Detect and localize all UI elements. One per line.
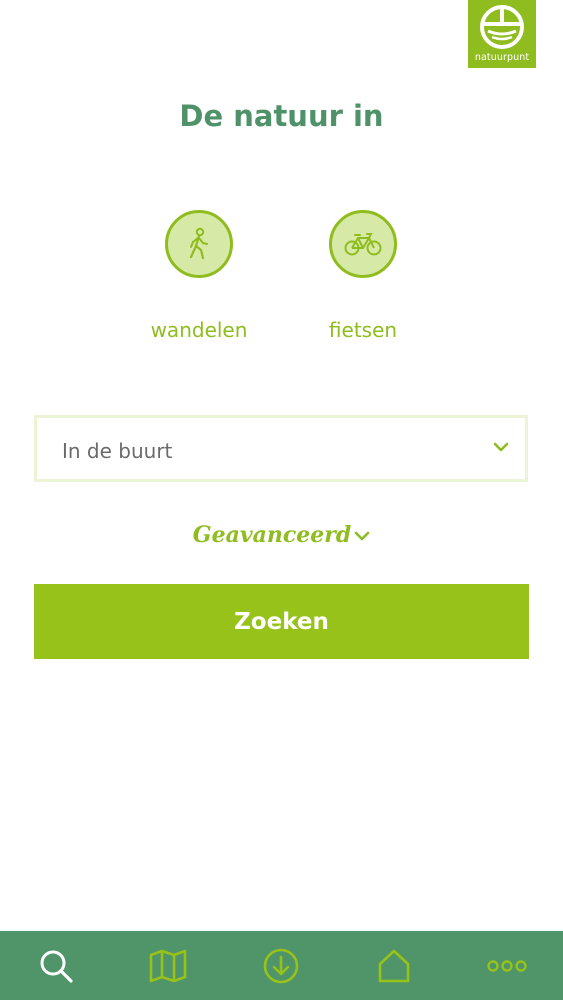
advanced-label: Geavanceerd: [192, 522, 352, 548]
chevron-down-icon: [493, 442, 509, 452]
nav-item-more[interactable]: [451, 931, 563, 1000]
search-icon: [40, 950, 73, 983]
nav-item-search[interactable]: [0, 931, 112, 1000]
logo-text: natuurpunt: [474, 52, 530, 63]
chevron-down-icon: [354, 531, 370, 541]
location-select-value: In de buurt: [62, 439, 173, 463]
page-title: De natuur in: [179, 99, 384, 133]
bicycle-icon: [344, 233, 382, 256]
home-icon: [378, 949, 410, 982]
nav-item-map[interactable]: [112, 931, 224, 1000]
search-button[interactable]: Zoeken: [34, 584, 529, 659]
walking-circle[interactable]: [165, 210, 233, 278]
advanced-toggle[interactable]: Geavanceerd: [0, 522, 563, 548]
nav-item-download[interactable]: [225, 931, 337, 1000]
nav-item-home[interactable]: [338, 931, 450, 1000]
bottom-nav: [0, 931, 563, 1000]
cycling-circle[interactable]: [329, 210, 397, 278]
activity-label-walking: wandelen: [150, 318, 248, 342]
download-icon: [263, 948, 299, 983]
more-icon: [487, 959, 527, 972]
natuurpunt-logo[interactable]: natuurpunt: [468, 0, 536, 68]
location-select[interactable]: In de buurt: [34, 415, 528, 482]
activity-cycling-button[interactable]: fietsen: [293, 210, 433, 342]
walking-person-icon: [189, 227, 208, 260]
activity-label-cycling: fietsen: [328, 318, 398, 342]
map-icon: [149, 949, 187, 982]
natuurpunt-logo-icon: [480, 5, 524, 49]
activity-walking-button[interactable]: wandelen: [129, 210, 269, 342]
